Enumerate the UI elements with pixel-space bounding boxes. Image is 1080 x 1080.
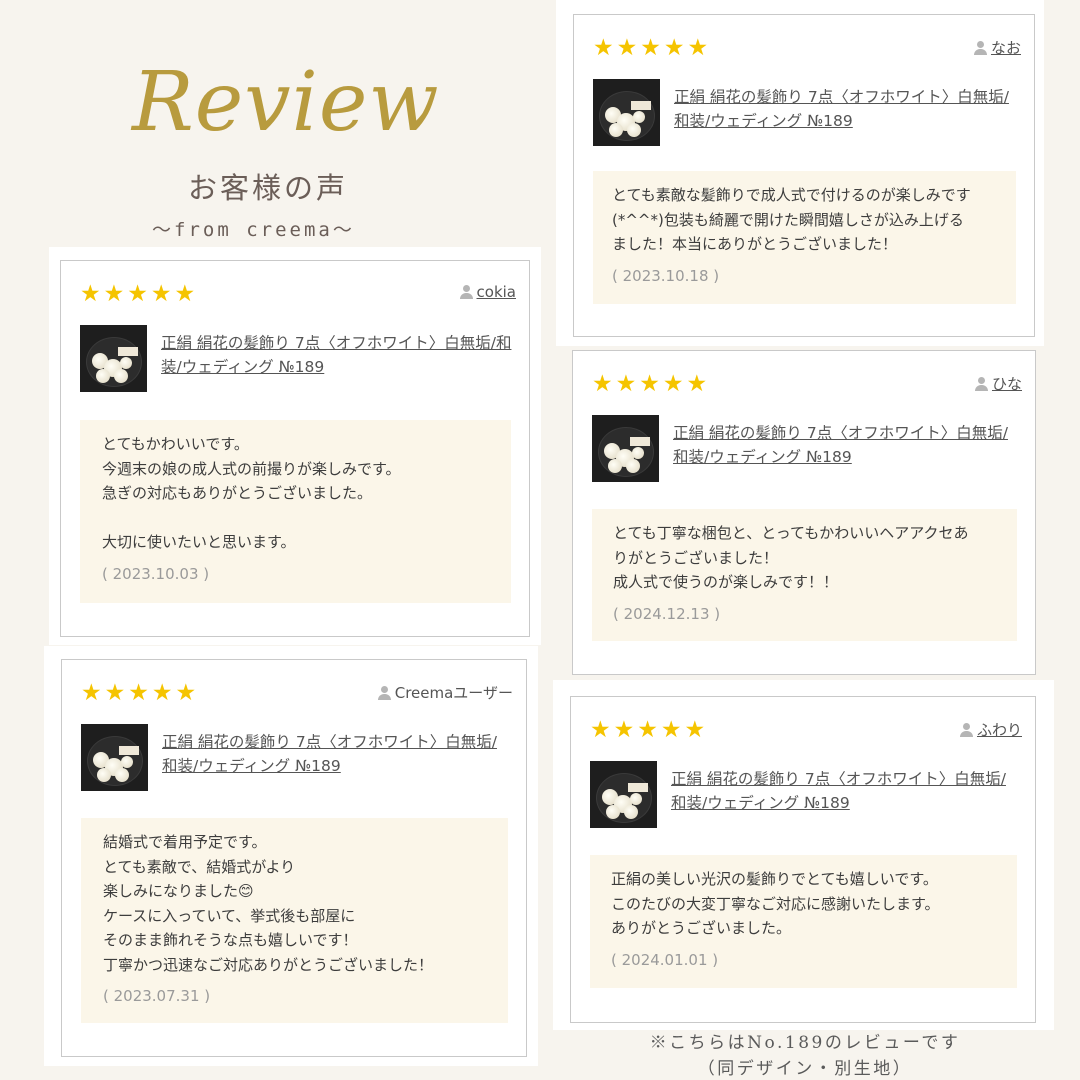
user-icon bbox=[459, 285, 473, 299]
reviewer-name: Creemaユーザー bbox=[394, 684, 513, 702]
star-rating: ★ ★ ★ ★ ★ bbox=[593, 37, 708, 60]
star-icon: ★ bbox=[616, 35, 638, 61]
star-icon: ★ bbox=[593, 35, 614, 61]
reviewer[interactable]: なお bbox=[973, 37, 1021, 58]
review-text: 結婚式で着用予定です。 とても素敵で、結婚式がより 楽しみになりました😊 ケース… bbox=[103, 833, 434, 974]
star-icon: ★ bbox=[687, 35, 709, 61]
star-icon: ★ bbox=[104, 680, 126, 706]
user-icon bbox=[959, 722, 973, 737]
review-body: 正絹の美しい光沢の髪飾りでとても嬉しいです。 このたびの大変丁寧なご対応に感謝い… bbox=[590, 855, 1017, 988]
user-icon bbox=[974, 376, 988, 391]
reviewer-name[interactable]: なお bbox=[991, 37, 1021, 58]
user-icon bbox=[377, 685, 391, 700]
review-text: とてもかわいいです。 今週末の娘の成人式の前撮りが楽しみです。 急ぎの対応もあり… bbox=[102, 435, 401, 551]
star-icon: ★ bbox=[684, 717, 706, 743]
product-thumbnail[interactable] bbox=[80, 325, 147, 392]
reviewer-name[interactable]: cokia bbox=[477, 283, 516, 301]
review-text: 正絹の美しい光沢の髪飾りでとても嬉しいです。 このたびの大変丁寧なご対応に感謝い… bbox=[611, 870, 940, 937]
star-icon: ★ bbox=[175, 680, 197, 706]
star-icon: ★ bbox=[615, 371, 637, 397]
review-card: ★ ★ ★ ★ ★ cokia 正絹 絹花の髪飾り 7点〈オフホワイト〉白無垢/和装/ウ… bbox=[60, 260, 530, 637]
review-card: ★ ★ ★ ★ ★ Creemaユーザー 正絹 絹花の髪飾り 7点〈オフホワイト〉白無垢… bbox=[61, 659, 527, 1057]
product-link[interactable]: 正絹 絹花の髪飾り 7点〈オフホワイト〉白無垢/和装/ウェディング №189 bbox=[162, 730, 512, 778]
footer-note: ※こちらはNo.189のレビューです （同デザイン・別生地） bbox=[600, 1030, 1010, 1080]
star-rating: ★ ★ ★ ★ ★ bbox=[592, 373, 707, 396]
star-icon: ★ bbox=[127, 281, 148, 307]
product-thumbnail[interactable] bbox=[81, 724, 148, 791]
star-icon: ★ bbox=[592, 371, 613, 397]
review-date: ( 2024.01.01 ) bbox=[611, 950, 719, 969]
review-date: ( 2023.10.18 ) bbox=[612, 266, 720, 285]
product-link[interactable]: 正絹 絹花の髪飾り 7点〈オフホワイト〉白無垢/和装/ウェディング №189 bbox=[671, 767, 1021, 815]
star-icon: ★ bbox=[151, 680, 173, 706]
review-body: とても丁寧な梱包と、とってもかわいいヘアアクセあ りがとうございました！ 成人式… bbox=[592, 509, 1017, 641]
review-card: ★ ★ ★ ★ ★ なお 正絹 絹花の髪飾り 7点〈オフホワイト〉白無垢/和装/ウェディ… bbox=[573, 14, 1035, 337]
review-card: ★ ★ ★ ★ ★ ふわり 正絹 絹花の髪飾り 7点〈オフホワイト〉白無垢/和装/ウェデ… bbox=[570, 696, 1036, 1023]
reviewer[interactable]: ふわり bbox=[959, 719, 1022, 740]
reviewer: Creemaユーザー bbox=[377, 682, 513, 703]
star-icon: ★ bbox=[174, 281, 196, 307]
star-icon: ★ bbox=[639, 371, 660, 397]
star-icon: ★ bbox=[590, 717, 611, 743]
review-date: ( 2023.10.03 ) bbox=[102, 564, 210, 583]
product-link[interactable]: 正絹 絹花の髪飾り 7点〈オフホワイト〉白無垢/和装/ウェディング №189 bbox=[673, 421, 1021, 469]
star-icon: ★ bbox=[128, 680, 149, 706]
product-thumbnail[interactable] bbox=[590, 761, 657, 828]
reviewer-name[interactable]: ひな bbox=[992, 373, 1022, 394]
review-title: Review bbox=[132, 55, 440, 150]
star-rating: ★ ★ ★ ★ ★ bbox=[80, 283, 195, 306]
star-icon: ★ bbox=[81, 680, 102, 706]
star-rating: ★ ★ ★ ★ ★ bbox=[81, 682, 196, 705]
star-icon: ★ bbox=[660, 717, 682, 743]
product-thumbnail[interactable] bbox=[592, 415, 659, 482]
review-card: ★ ★ ★ ★ ★ ひな 正絹 絹花の髪飾り 7点〈オフホワイト〉白無垢/和装/ウェディ… bbox=[572, 350, 1036, 675]
product-link[interactable]: 正絹 絹花の髪飾り 7点〈オフホワイト〉白無垢/和装/ウェディング №189 bbox=[674, 85, 1020, 133]
star-icon: ★ bbox=[640, 35, 661, 61]
star-icon: ★ bbox=[103, 281, 125, 307]
review-body: 結婚式で着用予定です。 とても素敵で、結婚式がより 楽しみになりました😊 ケース… bbox=[81, 818, 508, 1023]
review-text: とても丁寧な梱包と、とってもかわいいヘアアクセあ りがとうございました！ 成人式… bbox=[613, 524, 969, 591]
review-text: とても素敵な髪飾りで成人式で付けるのが楽しみです (*^^*)包装も綺麗で開けた… bbox=[612, 186, 971, 253]
star-icon: ★ bbox=[662, 371, 684, 397]
product-thumbnail[interactable] bbox=[593, 79, 660, 146]
star-icon: ★ bbox=[637, 717, 658, 743]
page-subtitle: お客様の声 bbox=[188, 171, 349, 205]
reviewer-name[interactable]: ふわり bbox=[977, 719, 1022, 740]
review-date: ( 2024.12.13 ) bbox=[613, 604, 721, 623]
star-icon: ★ bbox=[663, 35, 685, 61]
reviewer[interactable]: cokia bbox=[459, 283, 516, 301]
review-header: Review お客様の声 〜from creema〜 bbox=[110, 55, 440, 255]
review-date: ( 2023.07.31 ) bbox=[103, 987, 211, 1005]
star-icon: ★ bbox=[613, 717, 635, 743]
star-icon: ★ bbox=[150, 281, 172, 307]
review-body: とてもかわいいです。 今週末の娘の成人式の前撮りが楽しみです。 急ぎの対応もあり… bbox=[80, 420, 511, 603]
reviewer[interactable]: ひな bbox=[974, 373, 1022, 394]
star-rating: ★ ★ ★ ★ ★ bbox=[590, 719, 705, 742]
star-icon: ★ bbox=[686, 371, 708, 397]
user-icon bbox=[973, 40, 987, 55]
star-icon: ★ bbox=[80, 281, 101, 307]
product-link[interactable]: 正絹 絹花の髪飾り 7点〈オフホワイト〉白無垢/和装/ウェディング №189 bbox=[161, 331, 515, 379]
note-line-1: ※こちらはNo.189のレビューです bbox=[649, 1033, 961, 1053]
source-label: 〜from creema〜 bbox=[152, 219, 355, 241]
review-body: とても素敵な髪飾りで成人式で付けるのが楽しみです (*^^*)包装も綺麗で開けた… bbox=[593, 171, 1016, 304]
note-line-2: （同デザイン・別生地） bbox=[697, 1059, 913, 1079]
